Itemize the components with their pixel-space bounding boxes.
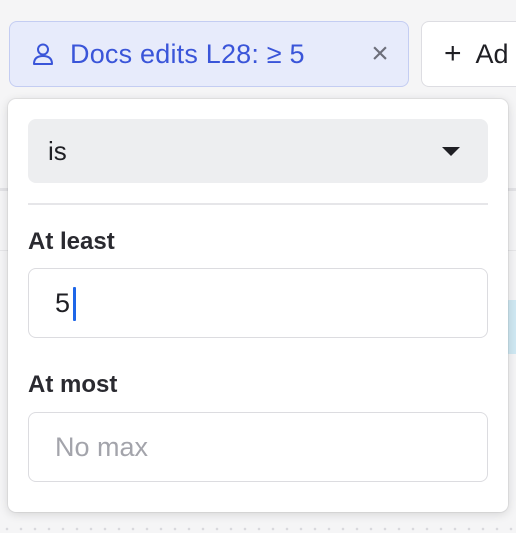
person-icon <box>32 42 54 66</box>
remove-filter-button[interactable]: × <box>366 37 394 70</box>
caret-down-icon <box>442 147 460 156</box>
at-most-label: At most <box>28 371 118 398</box>
divider <box>28 203 488 205</box>
add-filter-button[interactable]: + Ad <box>421 21 516 87</box>
operator-select-value: is <box>48 135 67 166</box>
at-most-input[interactable] <box>28 412 488 482</box>
filter-editor-popover: is At least At most <box>8 99 508 512</box>
filter-chip-docs-edits[interactable]: Docs edits L28: ≥ 5 × <box>9 21 409 87</box>
filter-chip-label: Docs edits L28: ≥ 5 <box>70 38 305 69</box>
text-cursor <box>73 287 76 321</box>
background-dotted-border <box>0 527 516 531</box>
operator-select[interactable]: is <box>28 119 488 183</box>
close-icon: × <box>371 37 389 70</box>
plus-icon: + <box>444 37 462 70</box>
app-stage: Docs edits L28: ≥ 5 × + Ad is At least A… <box>0 0 516 533</box>
add-filter-label: Ad <box>475 38 509 69</box>
at-least-input[interactable] <box>28 268 488 338</box>
at-least-label: At least <box>28 228 115 255</box>
